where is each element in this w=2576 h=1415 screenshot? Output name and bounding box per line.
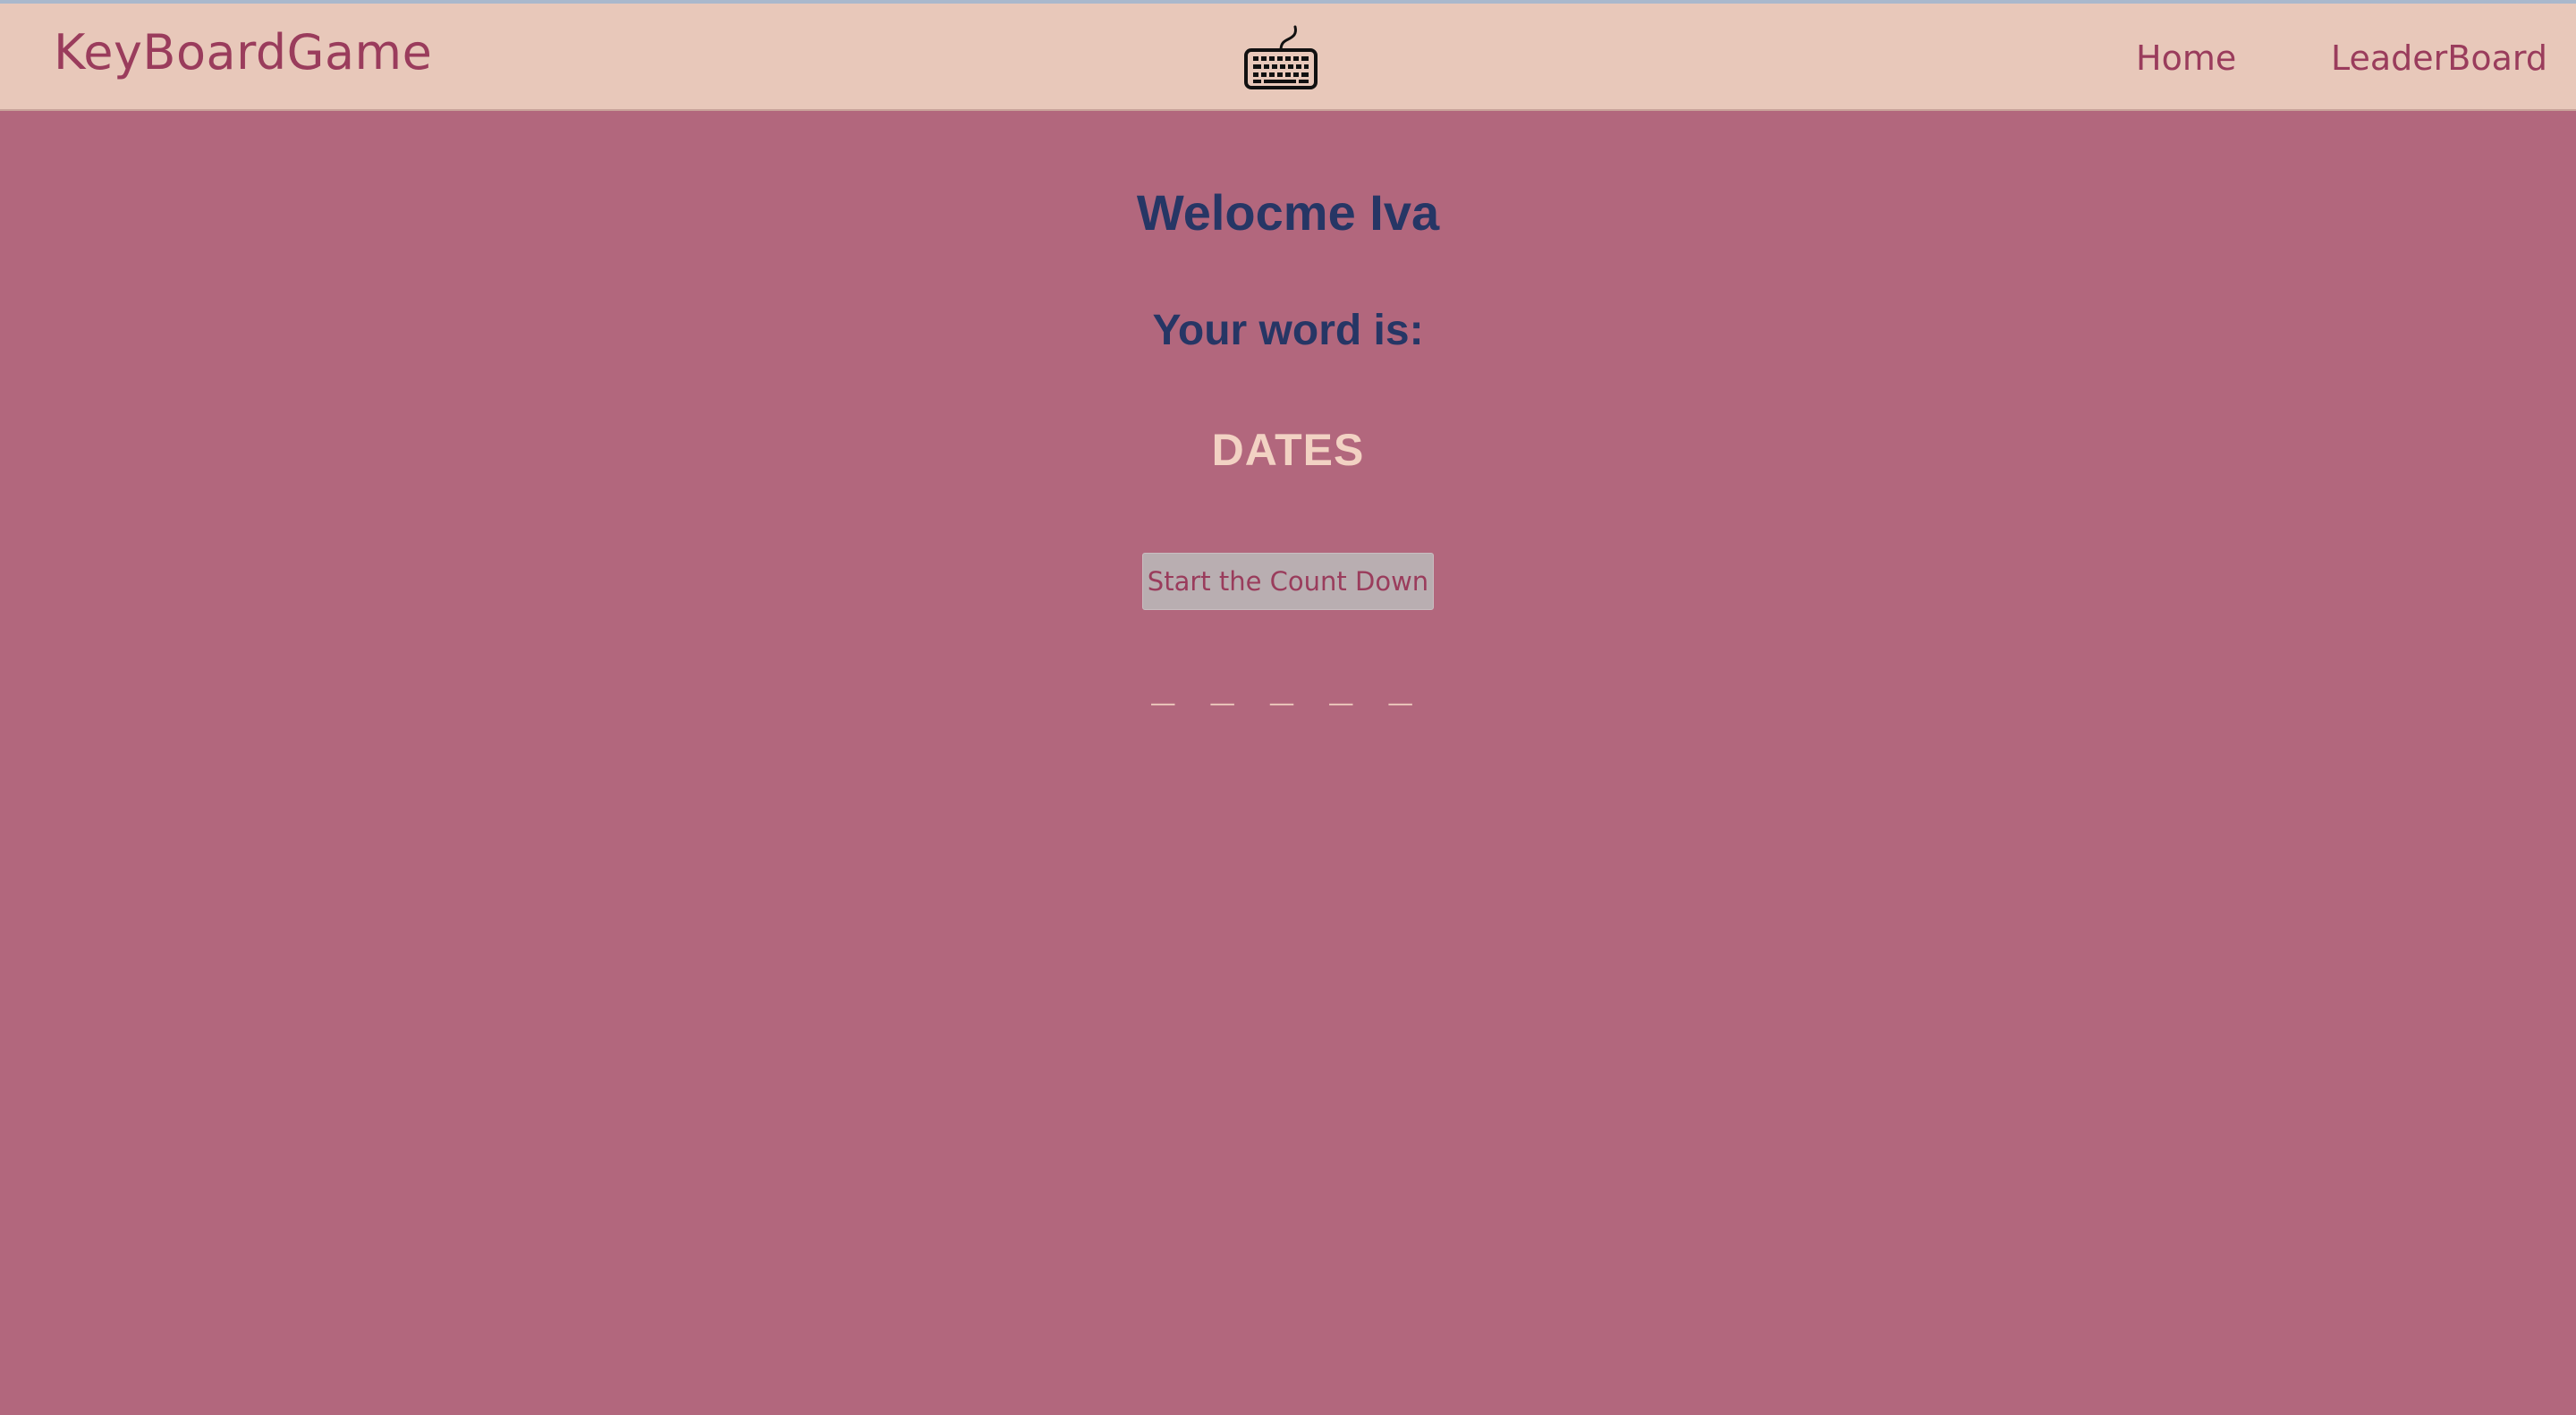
- word-label: Your word is:: [1152, 307, 1424, 354]
- navbar: KeyBoardGame Home LeaderBoard: [0, 4, 2576, 111]
- brand-title[interactable]: KeyBoardGame: [54, 29, 432, 77]
- welcome-heading: Welocme Iva: [1136, 184, 1440, 241]
- target-word: DATES: [1211, 425, 1365, 475]
- start-countdown-button[interactable]: Start the Count Down: [1142, 553, 1434, 610]
- nav-link-leaderboard[interactable]: LeaderBoard: [2331, 41, 2547, 75]
- nav-link-home[interactable]: Home: [2136, 41, 2236, 75]
- word-blanks: _ _ _ _ _: [1151, 663, 1425, 709]
- keyboard-icon: [1243, 23, 1318, 91]
